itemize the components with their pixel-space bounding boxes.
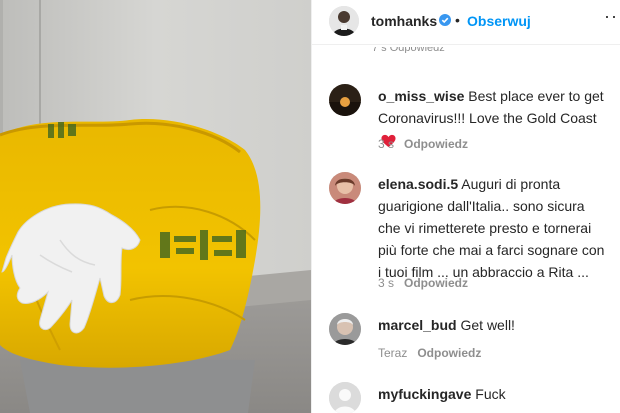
- commenter-avatar[interactable]: [329, 84, 361, 116]
- comment-meta: 3 s Odpowiedz: [378, 137, 468, 151]
- comment-body: elena.sodi.5 Auguri di pronta guarigione…: [378, 173, 610, 283]
- comment-text: Get well!: [460, 317, 515, 333]
- commenter-username[interactable]: elena.sodi.5: [378, 176, 458, 192]
- separator-dot: •: [455, 12, 460, 28]
- commenter-avatar[interactable]: [329, 313, 361, 345]
- comment-text: Fuck: [475, 386, 506, 402]
- reply-button[interactable]: Odpowiedz: [404, 137, 468, 151]
- commenter-username[interactable]: marcel_bud: [378, 317, 457, 333]
- reply-button[interactable]: Odpowiedz: [417, 346, 481, 360]
- author-avatar[interactable]: [329, 6, 359, 36]
- bin-with-gloves-image: [0, 0, 311, 413]
- follow-button[interactable]: Obserwuj: [467, 13, 531, 29]
- commenter-username[interactable]: o_miss_wise: [378, 88, 464, 104]
- post-header: tomhanks • Obserwuj ···: [312, 0, 620, 45]
- man-avatar-icon: [329, 313, 361, 345]
- default-avatar-icon: [329, 382, 361, 413]
- comment-body: marcel_bud Get well!: [378, 314, 610, 336]
- comment-meta: 3 s Odpowiedz: [378, 276, 468, 290]
- post-photo[interactable]: [0, 0, 311, 413]
- comment-meta: Teraz Odpowiedz: [378, 346, 481, 360]
- reply-button[interactable]: Odpowiedz: [404, 276, 468, 290]
- woman-avatar-icon: [329, 172, 361, 204]
- author-username[interactable]: tomhanks: [371, 13, 437, 29]
- sunset-avatar-icon: [329, 84, 361, 116]
- commenter-avatar[interactable]: [329, 172, 361, 204]
- comments-panel: tomhanks • Obserwuj ··· 7 s Odpowiedz o_…: [311, 0, 620, 413]
- more-options-button[interactable]: ···: [604, 6, 620, 27]
- comment-body: myfuckingave Fuck: [378, 383, 610, 405]
- verified-badge-icon: [439, 14, 451, 26]
- commenter-avatar[interactable]: [329, 382, 361, 413]
- author-photo-icon: [329, 6, 359, 36]
- comment-time: 3 s: [378, 137, 395, 151]
- comment-time: Teraz: [378, 346, 408, 360]
- commenter-username[interactable]: myfuckingave: [378, 386, 471, 402]
- comment-time: 3 s: [378, 276, 395, 290]
- previous-comment-meta: 7 s Odpowiedz: [372, 47, 445, 53]
